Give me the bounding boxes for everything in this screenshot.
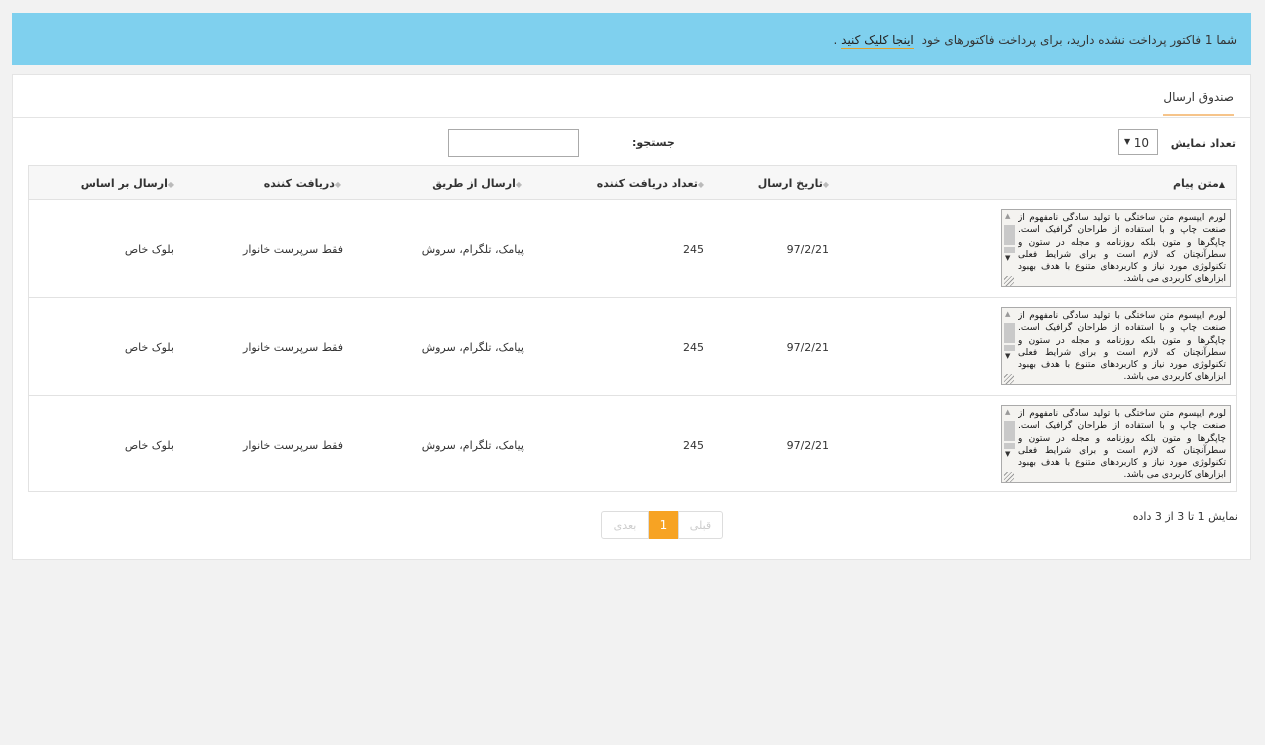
- header-date[interactable]: ◆تاریخ ارسال: [758, 177, 832, 190]
- prev-page-button[interactable]: قبلی: [678, 511, 723, 539]
- page-1-button[interactable]: 1: [649, 511, 678, 539]
- scroll-down-icon[interactable]: ▼: [1005, 352, 1010, 360]
- search-label: جستجو:: [632, 136, 675, 149]
- header-count[interactable]: ◆تعداد دریافت کننده: [597, 177, 707, 190]
- scroll-up-icon[interactable]: ▲: [1005, 408, 1010, 416]
- outbox-panel: صندوق ارسال تعداد نمایش 10 ▼ جستجو: ▲متن…: [12, 74, 1251, 560]
- sort-icon: ◆: [334, 180, 341, 189]
- header-message[interactable]: ▲متن پیام: [1173, 177, 1228, 190]
- resize-grip-icon[interactable]: [1004, 276, 1014, 286]
- page-length-value: 10: [1133, 136, 1149, 150]
- alert-text: شما 1 فاکتور پرداخت نشده دارید، برای پرد…: [921, 33, 1237, 47]
- cell-via: پیامک، تلگرام، سروش: [421, 439, 524, 452]
- chevron-down-icon: ▼: [1124, 137, 1131, 146]
- cell-receiver: فقط سرپرست خانوار: [243, 439, 343, 452]
- scroll-down-icon[interactable]: ▼: [1005, 254, 1010, 262]
- cell-date: 97/2/21: [786, 439, 829, 452]
- scrollbar[interactable]: ▲ ▼: [1002, 406, 1017, 484]
- cell-receiver: فقط سرپرست خانوار: [243, 341, 343, 354]
- sort-icon: ◆: [167, 180, 174, 189]
- resize-grip-icon[interactable]: [1004, 472, 1014, 482]
- tab-outbox[interactable]: صندوق ارسال: [1163, 90, 1234, 116]
- table-row: لورم ایپسوم متن ساختگی با تولید سادگی نا…: [29, 200, 1236, 298]
- cell-date: 97/2/21: [786, 243, 829, 256]
- message-textarea[interactable]: لورم ایپسوم متن ساختگی با تولید سادگی نا…: [1001, 307, 1231, 385]
- outbox-table: ▲متن پیام ◆تاریخ ارسال ◆تعداد دریافت کنن…: [28, 165, 1237, 492]
- table-info: نمایش 1 تا 3 از 3 داده: [1132, 510, 1238, 523]
- cell-basis: بلوک خاص: [124, 439, 174, 452]
- next-page-button[interactable]: بعدی: [601, 511, 649, 539]
- table-row: لورم ایپسوم متن ساختگی با تولید سادگی نا…: [29, 298, 1236, 396]
- cell-basis: بلوک خاص: [124, 341, 174, 354]
- sort-icon: ◆: [515, 180, 522, 189]
- page-length-label: تعداد نمایش: [1170, 137, 1236, 150]
- scroll-thumb[interactable]: [1004, 323, 1015, 343]
- scroll-thumb-tail: [1004, 345, 1015, 351]
- message-textarea[interactable]: لورم ایپسوم متن ساختگی با تولید سادگی نا…: [1001, 209, 1231, 287]
- alert-pay-link[interactable]: اینجا کلیک کنید: [841, 33, 914, 49]
- search-input[interactable]: [448, 129, 579, 157]
- message-textarea[interactable]: لورم ایپسوم متن ساختگی با تولید سادگی نا…: [1001, 405, 1231, 483]
- sort-icon: ◆: [822, 180, 829, 189]
- header-basis[interactable]: ◆ارسال بر اساس: [81, 177, 177, 190]
- pagination: بعدی 1 قبلی: [601, 511, 723, 539]
- tab-bar: صندوق ارسال: [13, 75, 1250, 118]
- table-header: ▲متن پیام ◆تاریخ ارسال ◆تعداد دریافت کنن…: [29, 166, 1236, 200]
- cell-via: پیامک، تلگرام، سروش: [421, 341, 524, 354]
- sort-asc-icon: ▲: [1218, 180, 1225, 189]
- scrollbar[interactable]: ▲ ▼: [1002, 210, 1017, 288]
- page-length-select[interactable]: 10 ▼: [1118, 129, 1158, 155]
- alert-suffix: .: [833, 33, 838, 47]
- header-receiver[interactable]: ◆دریافت کننده: [264, 177, 344, 190]
- scrollbar[interactable]: ▲ ▼: [1002, 308, 1017, 386]
- resize-grip-icon[interactable]: [1004, 374, 1014, 384]
- scroll-thumb[interactable]: [1004, 225, 1015, 245]
- header-via[interactable]: ◆ارسال از طریق: [432, 177, 525, 190]
- scroll-thumb[interactable]: [1004, 421, 1015, 441]
- unpaid-invoice-alert: شما 1 فاکتور پرداخت نشده دارید، برای پرد…: [12, 13, 1251, 65]
- scroll-up-icon[interactable]: ▲: [1005, 310, 1010, 318]
- cell-basis: بلوک خاص: [124, 243, 174, 256]
- cell-date: 97/2/21: [786, 341, 829, 354]
- scroll-down-icon[interactable]: ▼: [1005, 450, 1010, 458]
- scroll-thumb-tail: [1004, 443, 1015, 449]
- cell-count: 245: [683, 341, 704, 354]
- table-row: لورم ایپسوم متن ساختگی با تولید سادگی نا…: [29, 396, 1236, 494]
- scroll-thumb-tail: [1004, 247, 1015, 253]
- scroll-up-icon[interactable]: ▲: [1005, 212, 1010, 220]
- cell-count: 245: [683, 439, 704, 452]
- sort-icon: ◆: [697, 180, 704, 189]
- cell-receiver: فقط سرپرست خانوار: [243, 243, 343, 256]
- cell-count: 245: [683, 243, 704, 256]
- cell-via: پیامک، تلگرام، سروش: [421, 243, 524, 256]
